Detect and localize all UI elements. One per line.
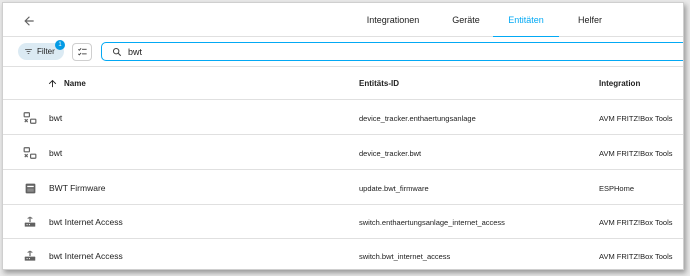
search-input[interactable]: [128, 46, 528, 57]
integration-name: ESPHome: [599, 183, 635, 193]
package-update-icon: [22, 180, 38, 196]
integration-name: AVM FRITZ!Box Tools: [599, 251, 673, 261]
tab-label: Geräte: [452, 15, 480, 25]
table-row[interactable]: bwt device_tracker.enthaertungsanlage AV…: [3, 101, 683, 135]
device-tracker-icon: [22, 110, 38, 126]
table-header: Name Entitäts-ID Integration: [3, 67, 683, 100]
entity-name: bwt: [49, 113, 63, 123]
device-tracker-icon: [22, 145, 38, 161]
filter-icon: [25, 49, 32, 54]
column-header-name[interactable]: Name: [47, 67, 86, 100]
column-header-entity-id[interactable]: Entitäts-ID: [359, 67, 399, 100]
back-button[interactable]: [17, 9, 41, 33]
tab-geraete[interactable]: Geräte: [439, 3, 493, 37]
table-row[interactable]: bwt Internet Access switch.enthaertungsa…: [3, 205, 683, 239]
arrow-left-icon: [24, 16, 34, 26]
search-box: [101, 42, 683, 61]
format-list-checks-icon: [77, 47, 87, 55]
entity-id: device_tracker.bwt: [359, 148, 422, 158]
entity-id: update.bwt_firmware: [359, 183, 429, 193]
entity-name: bwt Internet Access: [49, 217, 123, 227]
table-row[interactable]: bwt device_tracker.bwt AVM FRITZ!Box Too…: [3, 136, 683, 170]
integration-name: AVM FRITZ!Box Tools: [599, 113, 673, 123]
column-label: Name: [64, 79, 86, 88]
search-icon: [112, 47, 122, 56]
column-label: Integration: [599, 79, 641, 88]
column-label: Entitäts-ID: [359, 79, 399, 88]
router-wireless-icon: [22, 214, 38, 230]
filter-count-badge: 1: [55, 40, 65, 50]
integration-name: AVM FRITZ!Box Tools: [599, 217, 673, 227]
tab-bar: Integrationen Geräte Entitäten Helfer: [347, 3, 621, 38]
entity-id: switch.bwt_internet_access: [359, 251, 451, 261]
table-row[interactable]: bwt Internet Access switch.bwt_internet_…: [3, 239, 683, 269]
integration-name: AVM FRITZ!Box Tools: [599, 148, 673, 158]
tab-label: Helfer: [577, 15, 602, 25]
entity-id: device_tracker.enthaertungsanlage: [359, 113, 476, 123]
view-options-button[interactable]: [72, 43, 92, 61]
filter-bar: Filter 1: [3, 37, 683, 67]
tab-helfer[interactable]: Helfer: [559, 3, 621, 37]
tab-integrationen[interactable]: Integrationen: [347, 3, 439, 37]
column-header-integration[interactable]: Integration: [599, 67, 640, 100]
arrow-up-icon: [48, 79, 57, 88]
tab-entitaeten[interactable]: Entitäten: [493, 3, 559, 38]
top-bar: Integrationen Geräte Entitäten Helfer: [3, 3, 683, 38]
tab-label: Integrationen: [366, 15, 420, 25]
entity-name: BWT Firmware: [49, 183, 106, 193]
tab-label: Entitäten: [508, 15, 544, 25]
entities-panel: Integrationen Geräte Entitäten Helfer Fi…: [2, 2, 684, 270]
filter-label: Filter: [37, 47, 55, 56]
entity-name: bwt: [49, 148, 63, 158]
router-wireless-icon: [22, 248, 38, 264]
table-row[interactable]: BWT Firmware update.bwt_firmware ESPHome: [3, 171, 683, 205]
entity-name: bwt Internet Access: [49, 251, 123, 261]
entity-id: switch.enthaertungsanlage_internet_acces…: [359, 217, 505, 227]
